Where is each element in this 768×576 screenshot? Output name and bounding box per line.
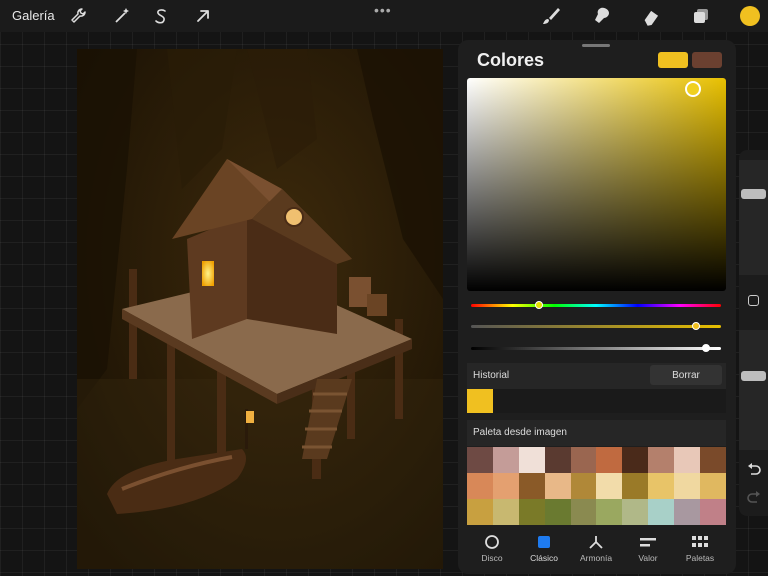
harmony-icon [589, 536, 603, 549]
tab-label: Clásico [530, 553, 558, 563]
palette-swatch[interactable] [648, 473, 675, 499]
palette-swatch[interactable] [596, 473, 623, 499]
palette-swatch[interactable] [492, 499, 519, 525]
magic-wand-icon[interactable] [112, 6, 132, 26]
palette-swatch[interactable] [570, 447, 597, 473]
history-swatch[interactable] [467, 389, 493, 413]
more-options-button[interactable]: ••• [374, 2, 392, 18]
palette-swatch[interactable] [544, 499, 571, 525]
palette-swatch[interactable] [467, 473, 493, 499]
palettes-grid-icon [692, 536, 708, 547]
hue-slider[interactable] [471, 304, 721, 307]
tab-clasico[interactable]: Clásico [519, 530, 569, 570]
gallery-button[interactable]: Galería [12, 8, 55, 23]
palette-swatch[interactable] [518, 499, 545, 525]
palette-swatch[interactable] [544, 473, 571, 499]
tab-label: Disco [481, 553, 503, 563]
palette-swatch[interactable] [622, 447, 649, 473]
tab-paletas[interactable]: Paletas [675, 530, 725, 570]
palette-swatch[interactable] [622, 473, 649, 499]
palette-swatch[interactable] [492, 447, 519, 473]
palette-grid [467, 447, 726, 525]
palette-swatch[interactable] [570, 473, 597, 499]
palette-swatch[interactable] [467, 447, 493, 473]
smudge-icon[interactable] [591, 6, 611, 26]
current-color-swatch[interactable] [658, 52, 688, 68]
tab-label: Valor [638, 553, 658, 563]
classic-square-icon [538, 536, 550, 548]
history-row [467, 389, 726, 413]
palette-swatch[interactable] [492, 473, 519, 499]
saturation-slider-knob[interactable] [692, 322, 700, 330]
previous-color-swatch[interactable] [692, 52, 722, 68]
artwork-illustration [77, 49, 443, 569]
value-sliders-icon [640, 538, 656, 547]
palette-label: Paleta desde imagen [473, 427, 567, 438]
brightness-slider[interactable] [471, 347, 721, 350]
palette-swatch[interactable] [674, 499, 701, 525]
color-picker-knob[interactable] [685, 81, 701, 97]
redo-icon[interactable] [746, 490, 762, 504]
disc-icon [485, 535, 499, 549]
transform-arrow-icon[interactable] [193, 6, 213, 26]
wrench-icon[interactable] [68, 6, 88, 26]
brush-size-knob[interactable] [741, 188, 766, 199]
palette-swatch[interactable] [648, 447, 675, 473]
palette-swatch[interactable] [467, 499, 493, 525]
palette-swatch[interactable] [648, 499, 675, 525]
tab-disco[interactable]: Disco [467, 530, 517, 570]
palette-swatch[interactable] [596, 499, 623, 525]
tab-label: Armonía [579, 553, 613, 563]
palette-swatch[interactable] [596, 447, 623, 473]
palette-swatch[interactable] [674, 447, 701, 473]
history-label: Historial [473, 370, 510, 381]
brush-icon[interactable] [541, 6, 561, 26]
palette-swatch[interactable] [622, 499, 649, 525]
saturation-brightness-picker[interactable] [467, 78, 726, 291]
modify-button[interactable] [748, 295, 759, 306]
panel-title: Colores [477, 50, 545, 70]
brightness-slider-knob[interactable] [702, 344, 710, 352]
eraser-icon[interactable] [641, 6, 661, 26]
brush-size-slider[interactable] [739, 160, 768, 275]
tab-armonia[interactable]: Armonía [571, 530, 621, 570]
palette-swatch[interactable] [544, 447, 571, 473]
undo-icon[interactable] [746, 462, 762, 476]
palette-swatch[interactable] [700, 499, 726, 525]
tab-valor[interactable]: Valor [623, 530, 673, 570]
clear-history-button[interactable]: Borrar [650, 365, 722, 385]
opacity-slider[interactable] [739, 330, 768, 450]
palette-swatch[interactable] [518, 473, 545, 499]
palette-swatch[interactable] [518, 447, 545, 473]
panel-grab-handle[interactable] [582, 44, 610, 47]
saturation-slider[interactable] [471, 325, 721, 328]
palette-swatch[interactable] [700, 447, 726, 473]
layers-icon[interactable] [691, 6, 711, 26]
color-mode-tabs: Disco Clásico Armonía Valor Paletas [467, 530, 726, 570]
palette-swatch[interactable] [570, 499, 597, 525]
palette-swatch[interactable] [700, 473, 726, 499]
tab-label: Paletas [685, 553, 715, 563]
drawing-canvas[interactable] [77, 49, 443, 569]
current-color-button[interactable] [740, 6, 760, 26]
hue-slider-knob[interactable] [534, 301, 543, 309]
palette-swatch[interactable] [674, 473, 701, 499]
selection-icon[interactable] [151, 6, 171, 26]
opacity-knob[interactable] [741, 370, 766, 381]
